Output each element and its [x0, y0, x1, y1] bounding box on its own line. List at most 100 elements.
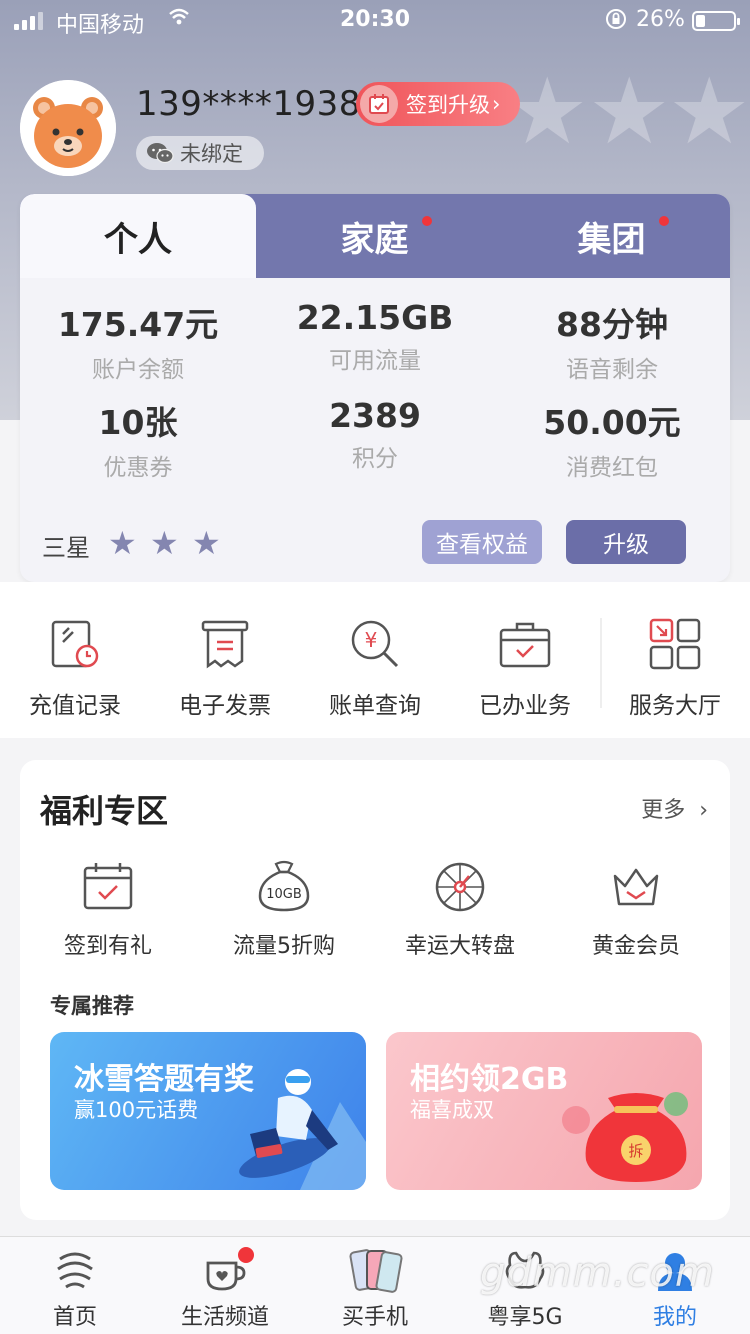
bag-text: 10GB — [266, 887, 302, 902]
invoice-icon — [201, 620, 249, 669]
decor-star-icon: ★ — [668, 58, 750, 165]
stat-data[interactable]: 22.15GB 可用流量 — [257, 298, 493, 375]
user-avatar[interactable] — [20, 80, 116, 176]
stat-value: 22.15GB — [296, 298, 454, 337]
stat-label: 可用流量 — [329, 348, 421, 374]
stat-red-packet[interactable]: 50.00元 消费红包 — [494, 396, 730, 482]
stat-value: 2389 — [329, 396, 421, 435]
service-label: 电子发票 — [179, 693, 271, 719]
nav-label: 我的 — [652, 1305, 697, 1330]
tab-personal-label: 个人 — [104, 219, 172, 260]
welfare-label: 流量5折购 — [233, 934, 335, 959]
more-link[interactable]: 更多 › — [641, 792, 708, 824]
tab-personal[interactable]: 个人 — [20, 194, 256, 278]
member-level: 三星 — [42, 534, 90, 562]
view-benefits-button[interactable]: 查看权益 — [422, 520, 542, 564]
nav-label: 粤享5G — [487, 1305, 563, 1330]
upgrade-button[interactable]: 升级 — [566, 520, 686, 564]
account-card: 个人 家庭 集团 175.47元 账户余额 22.15GB 可用流量 88分钟 … — [20, 194, 730, 582]
level-star-icon: ★ — [150, 524, 179, 562]
service-done-business[interactable]: 已办业务 — [450, 616, 600, 720]
wechat-icon — [147, 143, 174, 164]
welfare-data-half-price[interactable]: 10GB 流量5折购 — [196, 860, 372, 960]
service-hall-icon — [649, 618, 701, 670]
briefcase-icon — [499, 622, 551, 668]
stat-label: 语音剩余 — [566, 357, 658, 383]
level-star-icon: ★ — [192, 524, 221, 562]
service-e-invoice[interactable]: 电子发票 — [150, 616, 300, 720]
welfare-lucky-wheel[interactable]: 幸运大转盘 — [372, 860, 548, 960]
welfare-label: 黄金会员 — [591, 934, 680, 959]
data-bag-icon: 10GB — [258, 860, 310, 912]
tab-family-label: 家庭 — [340, 219, 409, 260]
cmcc-logo-icon — [57, 1252, 93, 1289]
nav-home[interactable]: 首页 — [0, 1247, 150, 1331]
battery-icon — [692, 11, 740, 31]
stat-points[interactable]: 2389 积分 — [257, 396, 493, 473]
calendar-icon — [360, 85, 398, 123]
service-label: 账单查询 — [329, 693, 421, 719]
wechat-status: 未绑定 — [180, 142, 243, 166]
status-bar: 中国移动 20:30 26% — [0, 0, 750, 40]
stat-value: 175.47元 — [57, 305, 219, 344]
nav-label: 生活频道 — [180, 1305, 269, 1330]
stat-coupons[interactable]: 10张 优惠券 — [20, 396, 256, 482]
svg-text:¥: ¥ — [365, 628, 378, 652]
banner-subtitle: 福喜成双 — [410, 1098, 494, 1122]
service-bill-query[interactable]: ¥ 账单查询 — [300, 616, 450, 720]
section-title: 福利专区 — [40, 792, 169, 830]
nav-buy-phone[interactable]: 买手机 — [300, 1247, 450, 1331]
more-label: 更多 — [641, 798, 686, 823]
stat-label: 积分 — [352, 446, 398, 472]
quick-services: 充值记录 电子发票 ¥ 账单查询 已办业务 服务大厅 — [0, 582, 750, 738]
welfare-section: 福利专区 更多 › 签到有礼 10GB 流量5折购 幸运大转盘 黄金会员 专属推… — [20, 760, 730, 1220]
tab-family[interactable]: 家庭 — [256, 194, 493, 278]
banner-subtitle: 赢100元话费 — [74, 1098, 199, 1122]
stat-label: 账户余额 — [92, 357, 184, 383]
recommend-title: 专属推荐 — [50, 994, 134, 1018]
welfare-label: 幸运大转盘 — [404, 934, 515, 959]
chevron-right-icon: › — [492, 92, 501, 116]
service-label: 服务大厅 — [629, 693, 721, 719]
wheel-icon — [435, 862, 485, 912]
svg-text:拆: 拆 — [628, 1142, 643, 1160]
notification-dot — [422, 216, 432, 226]
banner-2gb-offer[interactable]: 拆 相约领2GB 福喜成双 — [386, 1032, 702, 1190]
service-hall[interactable]: 服务大厅 — [600, 616, 750, 720]
decor-star-icon: ★ — [588, 58, 671, 165]
calendar-check-icon — [83, 863, 133, 910]
nav-label: 买手机 — [341, 1305, 408, 1330]
chevron-right-icon: › — [692, 798, 708, 823]
stat-value: 88分钟 — [556, 305, 668, 344]
battery-percent: 26% — [636, 7, 685, 32]
welfare-label: 签到有礼 — [63, 934, 152, 959]
service-recharge-record[interactable]: 充值记录 — [0, 616, 150, 720]
stat-voice[interactable]: 88分钟 语音剩余 — [494, 298, 730, 384]
bear-avatar-icon — [20, 80, 116, 176]
rotation-lock-icon — [604, 7, 628, 37]
banner-title: 相约领2GB — [410, 1062, 569, 1097]
watermark: gdmm.com — [480, 1250, 715, 1296]
welfare-sign-in[interactable]: 签到有礼 — [20, 860, 196, 960]
nav-label: 首页 — [52, 1305, 97, 1330]
sign-upgrade-label: 签到升级 — [406, 93, 490, 117]
tab-group-label: 集团 — [577, 219, 646, 260]
stat-value: 50.00元 — [543, 403, 681, 442]
stat-label: 优惠券 — [103, 455, 173, 481]
sign-upgrade-button[interactable]: 签到升级 › — [356, 82, 520, 126]
banner-ice-snow-quiz[interactable]: 冰雪答题有奖 赢100元话费 — [50, 1032, 366, 1190]
service-label: 充值记录 — [29, 693, 121, 719]
wechat-bind-button[interactable]: 未绑定 — [136, 136, 264, 170]
account-tabs: 个人 家庭 集团 — [20, 194, 730, 278]
tab-group[interactable]: 集团 — [493, 194, 730, 278]
nav-life-channel[interactable]: 生活频道 — [150, 1247, 300, 1331]
stat-value: 10张 — [98, 403, 178, 442]
notification-dot — [238, 1247, 254, 1263]
level-star-icon: ★ — [108, 524, 137, 562]
stat-balance[interactable]: 175.47元 账户余额 — [20, 298, 256, 384]
welfare-gold-member[interactable]: 黄金会员 — [548, 860, 724, 960]
crown-icon — [613, 868, 659, 906]
phone-number: 139****1938 — [136, 84, 361, 124]
banner-title: 冰雪答题有奖 — [74, 1062, 254, 1097]
notification-dot — [659, 216, 669, 226]
